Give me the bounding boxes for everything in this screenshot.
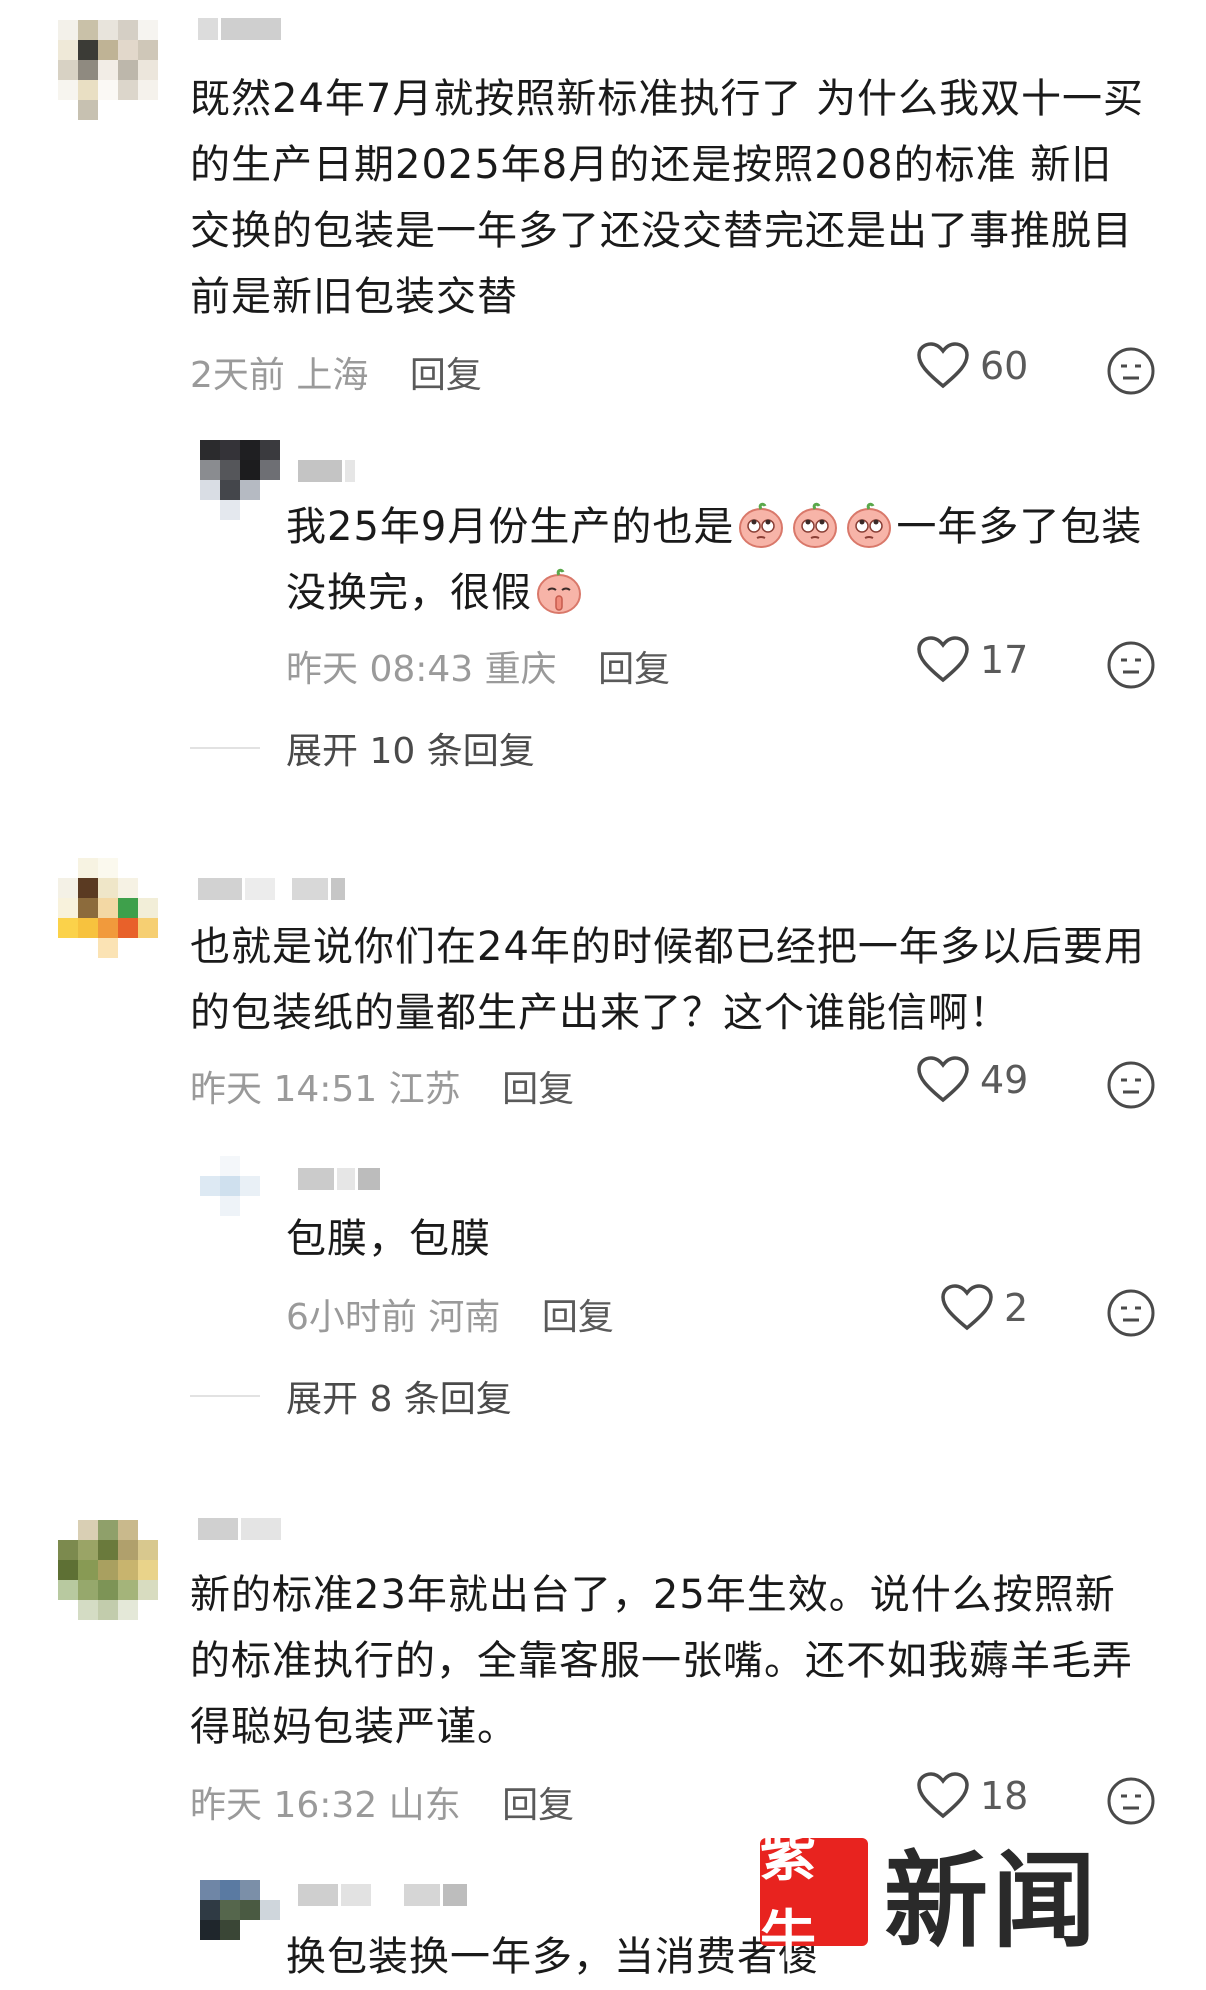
like-count: 2 [1004,1286,1029,1330]
reply-button[interactable]: 回复 [410,355,482,396]
divider [190,1395,260,1397]
reply-text: 我25年9月份生产的也是 一年多了包装没换完，很假 [286,494,1156,626]
neutral-face-icon[interactable] [1106,1288,1156,1338]
username-blurred[interactable] [198,878,345,900]
like-button[interactable]: 60 [916,342,1028,390]
avatar[interactable] [58,20,158,120]
heart-outline-icon [917,636,969,683]
heart-outline-icon [917,342,969,389]
peach-eye-roll-emoji [739,502,784,548]
comment-meta: 昨天 16:32 山东 回复 [190,1776,574,1828]
logo-word: 新闻 [884,1839,1101,1962]
comment-text: 也就是说你们在24年的时候都已经把一年多以后要用的包装纸的量都生产出来了？这个谁… [190,924,1145,1036]
like-count: 18 [980,1774,1029,1818]
comment-location: 上海 [296,355,369,396]
like-count: 17 [980,638,1029,682]
reply-button[interactable]: 回复 [542,1297,614,1338]
expand-replies-button[interactable]: 展开 8 条回复 [190,1370,512,1422]
comment-location: 河南 [428,1297,501,1338]
heart-outline-icon [941,1284,993,1331]
like-button[interactable]: 18 [916,1772,1028,1820]
avatar[interactable] [58,1520,158,1620]
like-button[interactable]: 17 [916,636,1028,684]
peach-eye-roll-emoji [793,502,838,548]
comment-text: 既然24年7月就按照新标准执行了 为什么我双十一买的生产日期2025年8月的还是… [190,76,1145,320]
reply-button[interactable]: 回复 [598,649,670,690]
like-button[interactable]: 49 [916,1056,1028,1104]
comment-location: 重庆 [484,649,557,690]
username-blurred[interactable] [198,18,281,40]
avatar[interactable] [200,1880,280,1960]
reply-text: 包膜，包膜 [286,1216,491,1262]
neutral-face-icon[interactable] [1106,640,1156,690]
divider [190,747,260,749]
comment-meta: 6小时前 河南 回复 [286,1288,614,1340]
neutral-face-icon[interactable] [1106,1060,1156,1110]
like-button[interactable]: 2 [940,1284,1028,1332]
comment-time: 昨天 14:51 [190,1069,378,1110]
neutral-face-icon[interactable] [1106,346,1156,396]
like-count: 60 [980,344,1029,388]
avatar[interactable] [58,858,158,958]
expand-replies-label: 展开 8 条回复 [286,1379,512,1420]
avatar[interactable] [200,440,280,520]
comment-time: 2天前 [190,355,285,396]
expand-replies-button[interactable]: 展开 10 条回复 [190,722,535,774]
watermark-logo: 紫牛 新闻 [760,1816,1101,1970]
avatar[interactable] [200,1156,280,1236]
comment-meta: 昨天 08:43 重庆 回复 [286,640,670,692]
username-blurred[interactable] [298,460,355,482]
reply-text-part: 我25年9月份生产的也是 [286,504,735,550]
comment-location: 江苏 [388,1069,461,1110]
peach-eye-roll-emoji [847,502,892,548]
comment-time: 昨天 16:32 [190,1785,378,1826]
comment-text: 新的标准23年就出台了，25年生效。说什么按照新的标准执行的，全靠客服一张嘴。还… [190,1572,1133,1750]
peach-shush-emoji [537,568,581,614]
comment-meta: 昨天 14:51 江苏 回复 [190,1060,574,1112]
username-blurred[interactable] [198,1518,281,1540]
reply-button[interactable]: 回复 [502,1069,574,1110]
comment-time: 昨天 08:43 [286,649,474,690]
username-blurred[interactable] [298,1168,380,1190]
comment-location: 山东 [388,1785,461,1826]
heart-outline-icon [917,1056,969,1103]
comment-time: 6小时前 [286,1297,417,1338]
reply-button[interactable]: 回复 [502,1785,574,1826]
neutral-face-icon[interactable] [1106,1776,1156,1826]
comment-meta: 2天前 上海 回复 [190,346,482,398]
expand-replies-label: 展开 10 条回复 [286,731,535,772]
logo-badge: 紫牛 [760,1823,868,1970]
username-blurred[interactable] [298,1884,467,1906]
heart-outline-icon [917,1772,969,1819]
like-count: 49 [980,1058,1029,1102]
